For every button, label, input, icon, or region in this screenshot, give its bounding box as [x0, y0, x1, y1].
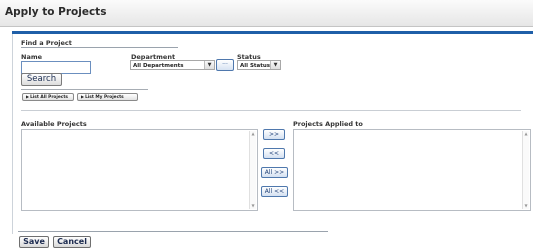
save-button[interactable]: Save: [19, 236, 49, 248]
name-label: Name: [21, 53, 43, 61]
list-my-projects-button[interactable]: ▶List My Projects: [77, 93, 138, 101]
remove-all-projects-button[interactable]: All <<: [261, 186, 288, 197]
arrow-down-icon[interactable]: ▼: [250, 203, 256, 209]
search-button[interactable]: Search: [21, 73, 62, 86]
list-all-projects-label: List All Projects: [30, 95, 68, 100]
chevron-down-icon: ▼: [270, 61, 280, 69]
department-select-value: All Departments: [133, 63, 184, 69]
arrow-down-icon[interactable]: ▼: [523, 203, 529, 209]
find-project-divider: [21, 47, 178, 48]
status-select-value: All Status: [240, 63, 271, 69]
page-title: Apply to Projects: [5, 6, 107, 18]
list-my-projects-label: List My Projects: [85, 95, 124, 100]
arrow-up-icon[interactable]: ▲: [523, 131, 529, 137]
available-projects-label: Available Projects: [21, 120, 87, 128]
available-projects-list[interactable]: ▲ ▼: [21, 129, 258, 211]
available-list-scrollbar[interactable]: ▲ ▼: [249, 131, 256, 209]
list-all-projects-button[interactable]: ▶List All Projects: [22, 93, 74, 101]
remove-project-button[interactable]: <<: [263, 148, 285, 159]
play-triangle-icon: ▶: [81, 94, 85, 99]
projects-applied-list[interactable]: ▲ ▼: [293, 129, 531, 211]
status-select[interactable]: All Status ▼: [237, 60, 281, 70]
search-divider: [21, 89, 148, 90]
projects-applied-label: Projects Applied to: [293, 120, 363, 128]
arrow-up-icon[interactable]: ▲: [250, 131, 256, 137]
play-triangle-icon: ▶: [26, 94, 30, 99]
department-select[interactable]: All Departments ▼: [130, 60, 215, 70]
find-project-heading: Find a Project: [21, 39, 72, 47]
footer-divider: [18, 231, 328, 232]
title-bar: Apply to Projects: [0, 0, 533, 27]
chevron-down-icon: ▼: [204, 61, 214, 69]
add-project-button[interactable]: >>: [263, 129, 285, 140]
applied-list-scrollbar[interactable]: ▲ ▼: [522, 131, 529, 209]
results-divider: [21, 110, 521, 111]
add-all-projects-button[interactable]: All >>: [261, 167, 288, 178]
cancel-button[interactable]: Cancel: [53, 236, 91, 248]
department-lookup-button[interactable]: ...: [216, 59, 234, 71]
